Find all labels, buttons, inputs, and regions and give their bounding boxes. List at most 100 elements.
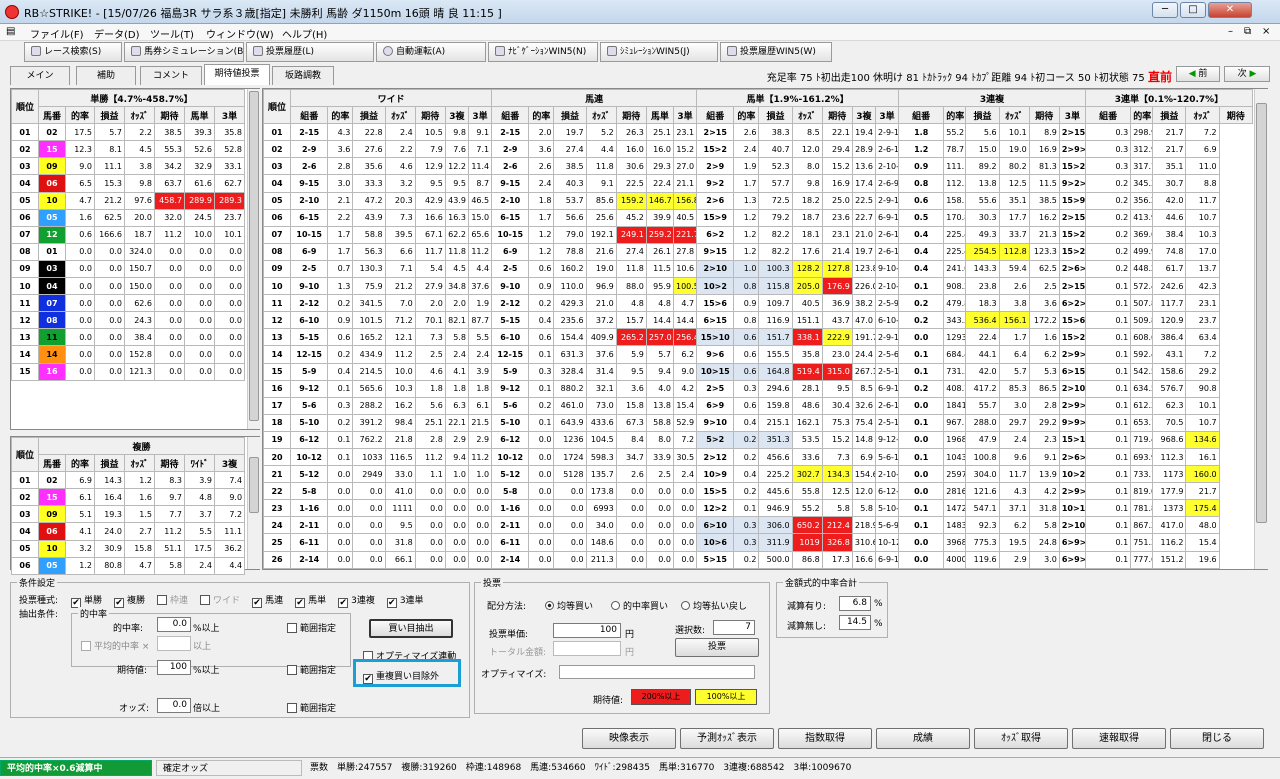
hit-rate-input[interactable]: 0.0 — [157, 617, 191, 632]
win-row[interactable]: 05 10 4.7 21.2 97.6 458.7 289.9 289.3 — [11, 191, 245, 210]
win-row[interactable]: 07 12 0.6 166.6 18.7 11.2 10.0 10.1 — [11, 225, 245, 244]
win-row[interactable]: 12 08 0.0 0.0 24.3 0.0 0.0 0.0 — [11, 311, 245, 330]
exotic-row[interactable]: 13 5-15 0.6 165.2 12.1 7.3 5.8 5.5 6-10 0.6 154.4 4… — [262, 328, 1253, 347]
exotic-row[interactable]: 17 5-6 0.3 288.2 16.2 5.6 6.3 6.1 5-6 0.2 461.0 73.… — [262, 396, 1253, 415]
exotic-row[interactable]: 15 5-9 0.4 214.5 10.0 4.6 4.1 3.9 5-9 0.3 328.4 31.… — [262, 362, 1253, 381]
bottom-button-4[interactable]: ｵｯｽﾞ取得 — [974, 728, 1068, 749]
exotic-row[interactable]: 01 2-15 4.3 22.8 2.4 10.5 9.8 9.1 2-15 2.0 19.7 5.2… — [262, 123, 1253, 142]
bet-simulation-button[interactable]: 馬券シミュレーション(B) — [124, 42, 244, 62]
exotic-row[interactable]: 06 6-15 2.2 43.9 7.3 16.6 16.3 15.0 6-15 1.7 56.6 2… — [262, 208, 1253, 227]
menu-window[interactable]: ウィンドウ(W) — [206, 26, 274, 41]
vote-history-win5-button[interactable]: 投票履歴WIN5(W) — [720, 42, 832, 62]
bet-type-check[interactable]: ✔ 3連単 — [386, 596, 424, 608]
bet-type-check[interactable]: ✔ 馬単 — [295, 596, 326, 608]
win-row[interactable]: 09 03 0.0 0.0 150.7 0.0 0.0 0.0 — [11, 259, 245, 279]
tab-hill-training[interactable]: 坂路調教 — [272, 66, 334, 85]
dup-exclude-check[interactable]: ✔ 重複買い目除外 — [363, 669, 439, 684]
bet-type-check[interactable]: ✔ 3連複 — [338, 596, 375, 608]
win-row[interactable]: 01 02 17.5 5.7 2.2 38.5 39.3 35.8 — [11, 123, 245, 142]
win-row[interactable]: 06 05 1.6 62.5 20.0 32.0 24.5 23.7 — [11, 208, 245, 227]
win-row[interactable]: 14 14 0.0 0.0 152.8 0.0 0.0 0.0 — [11, 345, 245, 364]
tab-expected-vote[interactable]: 期待値投票 — [204, 64, 270, 85]
tab-main[interactable]: メイン — [10, 66, 70, 85]
win-row[interactable]: 10 04 0.0 0.0 150.0 0.0 0.0 0.0 — [11, 277, 245, 296]
exotic-row[interactable]: 07 10-15 1.7 58.8 39.5 67.1 62.2 65.6 10-15 1.2 79… — [262, 225, 1253, 244]
menu-help[interactable]: ヘルプ(H) — [282, 26, 327, 41]
exotic-row[interactable]: 10 9-10 1.3 75.9 21.2 27.9 34.8 37.6 9-10 0.9 110.… — [262, 277, 1253, 296]
win-row[interactable]: 02 15 12.3 8.1 4.5 55.3 52.6 52.8 — [11, 140, 245, 159]
maximize-button[interactable]: □ — [1180, 2, 1206, 18]
nav-win5-button[interactable]: ﾅﾋﾞｹﾞｰｼｮﾝWIN5(N) — [488, 42, 598, 62]
mdi-restore-icon[interactable]: ⧉ — [1244, 26, 1251, 37]
method-payout-radio[interactable]: 均等払い戻し — [681, 599, 747, 612]
place-row[interactable]: 02 15 6.1 16.4 1.6 9.7 4.8 9.0 — [11, 488, 246, 507]
avg-hit-check[interactable]: 平均的中率 × — [81, 639, 149, 652]
bottom-button-0[interactable]: 映像表示 — [582, 728, 676, 749]
prev-race-button[interactable]: ◀ 前 — [1176, 66, 1220, 82]
exotic-row[interactable]: 20 10-12 0.1 1033 116.5 11.2 9.4 11.2 10-12 0.0 17… — [262, 447, 1253, 467]
sim-win5-button[interactable]: ｼﾐｭﾚｰｼｮﾝWIN5(J) — [600, 42, 718, 62]
exotic-row[interactable]: 05 2-10 2.1 47.2 20.3 42.9 43.9 46.5 2-10 1.8 53.7… — [262, 191, 1253, 210]
place-row[interactable]: 03 09 5.1 19.3 1.5 7.7 3.7 7.2 — [11, 505, 246, 524]
win-row[interactable]: 04 06 6.5 15.3 9.8 63.7 61.6 62.7 — [11, 174, 245, 193]
exotic-row[interactable]: 03 2-6 2.8 35.6 4.6 12.9 12.2 11.4 2-6 2.6 38.5 11.… — [262, 157, 1253, 176]
win-row[interactable]: 13 11 0.0 0.0 38.4 0.0 0.0 0.0 — [11, 328, 245, 347]
avg-hit-input[interactable] — [157, 636, 191, 651]
odds-input[interactable]: 0.0 — [157, 698, 191, 713]
exotic-row[interactable]: 22 5-8 0.0 0.0 41.0 0.0 0.0 0.0 5-8 0.0 0.0 173.8 0.… — [262, 482, 1253, 501]
bottom-button-5[interactable]: 速報取得 — [1072, 728, 1166, 749]
bet-type-check[interactable]: 枠連 — [157, 595, 188, 606]
bottom-button-6[interactable]: 閉じる — [1170, 728, 1264, 749]
minimize-button[interactable]: ─ — [1152, 2, 1178, 18]
place-row[interactable]: 04 06 4.1 24.0 2.7 11.2 5.5 11.1 — [11, 522, 246, 541]
exotic-row[interactable]: 26 2-14 0.0 0.0 66.1 0.0 0.0 0.0 2-14 0.0 0.0 211.3… — [262, 550, 1253, 569]
place-row[interactable]: 06 05 1.2 80.8 4.7 5.8 2.4 4.4 — [11, 556, 246, 575]
exotic-row[interactable]: 08 6-9 1.7 56.3 6.6 11.7 11.8 11.2 6-9 1.2 78.8 21.… — [262, 242, 1253, 261]
mdi-minimize-icon[interactable]: – — [1228, 26, 1233, 37]
race-search-button[interactable]: レース検索(S) — [24, 42, 122, 62]
win-row[interactable]: 11 07 0.0 0.0 62.6 0.0 0.0 0.0 — [11, 294, 245, 313]
bet-type-check[interactable]: ✔ 複勝 — [114, 596, 145, 608]
bottom-button-3[interactable]: 成績 — [876, 728, 970, 749]
bet-type-check[interactable]: ワイド — [200, 595, 240, 606]
exotic-row[interactable]: 16 9-12 0.1 565.6 10.3 1.8 1.8 1.8 9-12 0.1 880.2 3… — [262, 379, 1253, 398]
bet-type-check[interactable]: ✔ 馬連 — [252, 596, 283, 608]
auto-run-button[interactable]: 自動運転(A) — [376, 42, 486, 62]
vote-button[interactable]: 投票 — [675, 638, 759, 657]
exotic-row[interactable]: 12 6-10 0.9 101.5 71.2 70.1 82.1 87.7 5-15 0.4 235… — [262, 311, 1253, 330]
exotic-row[interactable]: 09 2-5 0.7 130.3 7.1 5.4 4.5 4.4 2-5 0.6 160.2 19.0… — [262, 259, 1253, 279]
odds-range-check[interactable]: 範囲指定 — [287, 701, 336, 714]
exotic-row[interactable]: 11 2-12 0.2 341.5 7.0 2.0 2.0 1.9 2-12 0.2 429.3 21… — [262, 294, 1253, 313]
exp-range-check[interactable]: 範囲指定 — [287, 663, 336, 676]
hit-range-check[interactable]: 範囲指定 — [287, 621, 336, 634]
place-row[interactable]: 01 02 6.9 14.3 1.2 8.3 3.9 7.4 — [11, 471, 246, 490]
unit-price-input[interactable]: 100 — [553, 623, 621, 638]
exotic-row[interactable]: 04 9-15 3.0 33.3 3.2 9.5 9.5 8.7 9-15 2.4 40.3 9.1 2… — [262, 174, 1253, 193]
win-row[interactable]: 15 16 0.0 0.0 121.3 0.0 0.0 0.0 — [11, 362, 245, 381]
place-scrollbar[interactable] — [247, 437, 260, 569]
exotic-row[interactable]: 19 6-12 0.1 762.2 21.8 2.8 2.9 2.9 6-12 0.0 1236 10… — [262, 430, 1253, 449]
bottom-button-1[interactable]: 予測ｵｯｽﾞ表示 — [680, 728, 774, 749]
menu-file[interactable]: ファイル(F) — [30, 26, 84, 41]
tab-aux[interactable]: 補助 — [76, 66, 136, 85]
expected-value-input[interactable]: 100 — [157, 660, 191, 675]
tab-comment[interactable]: コメント — [140, 66, 202, 85]
close-window-button[interactable]: ✕ — [1208, 2, 1252, 18]
exotic-scrollbar[interactable] — [1254, 89, 1268, 569]
mdi-close-icon[interactable]: × — [1262, 26, 1270, 37]
bet-type-check[interactable]: ✔ 単勝 — [71, 596, 102, 608]
win-row[interactable]: 03 09 9.0 11.1 3.8 34.2 32.9 33.1 — [11, 157, 245, 176]
exotic-row[interactable]: 25 6-11 0.0 0.0 31.8 0.0 0.0 0.0 6-11 0.0 0.0 148.6… — [262, 533, 1253, 552]
menu-app-icon[interactable]: ▤ — [6, 26, 15, 37]
exotic-row[interactable]: 21 5-12 0.0 2949 33.0 1.1 1.0 1.0 5-12 0.0 5128 135… — [262, 465, 1253, 484]
exotic-row[interactable]: 14 12-15 0.2 434.9 11.2 2.5 2.4 2.4 12-15 0.1 631.… — [262, 345, 1253, 364]
method-hit-radio[interactable]: 的中率買い — [611, 599, 668, 612]
extract-bets-button[interactable]: 買い目抽出 — [369, 619, 453, 638]
place-row[interactable]: 05 10 3.2 30.9 15.8 51.1 17.5 36.2 — [11, 539, 246, 558]
menu-data[interactable]: データ(D) — [94, 26, 140, 41]
optimize-slider[interactable] — [559, 665, 755, 679]
next-race-button[interactable]: 次 ▶ — [1224, 66, 1270, 82]
exotic-row[interactable]: 23 1-16 0.0 0.0 1111 0.0 0.0 0.0 1-16 0.0 0.0 6993 0… — [262, 499, 1253, 518]
exotic-row[interactable]: 02 2-9 3.6 27.6 2.2 7.9 7.6 7.1 2-9 3.6 27.4 4.4 16.… — [262, 140, 1253, 159]
win-row[interactable]: 08 01 0.0 0.0 324.0 0.0 0.0 0.0 — [11, 242, 245, 261]
